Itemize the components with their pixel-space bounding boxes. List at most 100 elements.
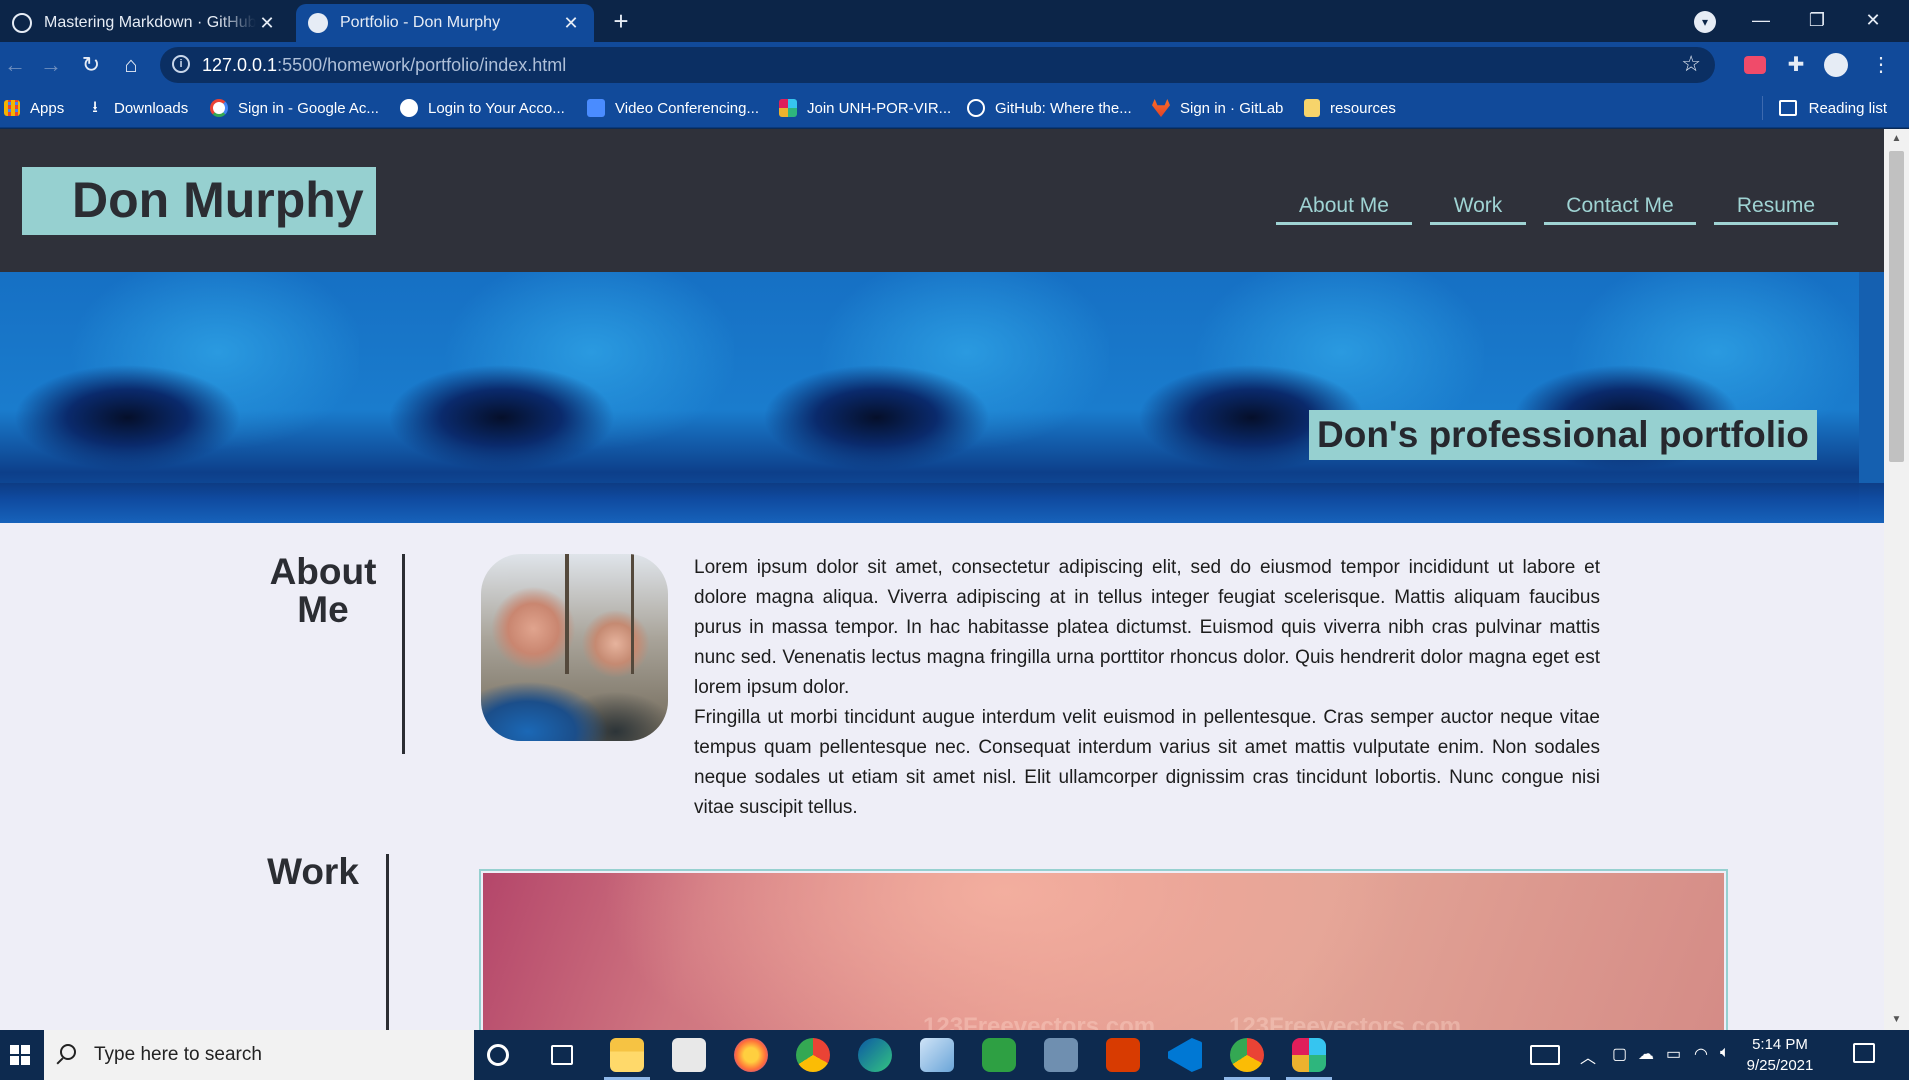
notepad-icon[interactable] <box>920 1038 954 1072</box>
minimize-button[interactable]: — <box>1733 0 1789 42</box>
chrome-icon[interactable] <box>796 1038 830 1072</box>
clock-date: 9/25/2021 <box>1746 1057 1814 1074</box>
bookmark-github[interactable]: GitHub: Where the... <box>967 96 1132 120</box>
wifi-icon[interactable]: ◠ <box>1694 1044 1708 1064</box>
hero-bottom-band <box>0 483 1884 523</box>
nav-link-contact-me[interactable]: Contact Me <box>1544 191 1696 225</box>
google-icon <box>210 99 228 117</box>
browser-tab-strip: Mastering Markdown · GitHub Guides ✕ Por… <box>0 0 1909 42</box>
extensions-puzzle-icon[interactable]: ✚ <box>1781 50 1811 80</box>
back-icon[interactable]: ← <box>0 50 30 80</box>
page-scrollbar[interactable]: ▲ ▼ <box>1884 129 1909 1030</box>
taskbar-search-box[interactable]: Type here to search <box>44 1030 474 1080</box>
bookmark-login[interactable]: Login to Your Acco... <box>400 96 565 120</box>
nav-link-work[interactable]: Work <box>1430 191 1526 225</box>
browser-tab-active[interactable]: Portfolio - Don Murphy ✕ <box>296 4 594 42</box>
bookmark-slack[interactable]: Join UNH-POR-VIR... <box>779 96 951 120</box>
zoom-icon <box>587 99 605 117</box>
tab-search-icon[interactable]: ▾ <box>1694 11 1716 33</box>
bookmark-resources[interactable]: resources <box>1304 96 1396 120</box>
chevron-up-icon[interactable]: ︿ <box>1580 1044 1596 1068</box>
home-icon[interactable]: ⌂ <box>116 50 146 80</box>
reading-list-button[interactable]: Reading list <box>1778 96 1887 120</box>
office-icon[interactable] <box>1106 1038 1140 1072</box>
clock-time: 5:14 PM <box>1752 1036 1808 1053</box>
bookmarks-bar: Apps ⭳ Downloads Sign in - Google Ac... … <box>0 88 1909 128</box>
about-me-heading: About Me <box>269 551 377 630</box>
about-me-divider <box>402 554 405 754</box>
about-paragraph: Lorem ipsum dolor sit amet, consectetur … <box>694 557 1600 698</box>
system-clock[interactable]: 5:14 PM 9/25/2021 <box>1730 1034 1830 1076</box>
battery-icon[interactable]: ▭ <box>1666 1044 1681 1064</box>
slack-icon <box>779 99 797 117</box>
close-window-button[interactable]: ✕ <box>1845 0 1901 42</box>
reload-icon[interactable]: ↻ <box>76 50 106 80</box>
restore-button[interactable]: ❐ <box>1789 0 1845 42</box>
bookmark-gitlab[interactable]: Sign in · GitLab <box>1152 96 1283 120</box>
nav-link-about-me[interactable]: About Me <box>1276 191 1412 225</box>
menu-kebab-icon[interactable]: ⋮ <box>1866 50 1896 80</box>
tab-title: Mastering Markdown · GitHub Guides <box>44 14 256 31</box>
file-explorer-icon[interactable] <box>604 1038 650 1080</box>
work-project-card[interactable]: 123Freevectors.com 123Freevectors.com <box>479 869 1728 1030</box>
work-divider <box>386 854 389 1030</box>
bookmarks-separator <box>1762 96 1763 120</box>
slack-icon[interactable] <box>1286 1038 1332 1080</box>
page-viewport: Don Murphy About Me Work Contact Me Resu… <box>0 129 1884 1030</box>
site-header: Don Murphy About Me Work Contact Me Resu… <box>0 129 1884 272</box>
cortana-icon[interactable] <box>487 1044 509 1066</box>
windows-taskbar: Type here to search ︿ ▢ ☁ ▭ ◠ 🔈︎ 5:14 PM… <box>0 1030 1909 1080</box>
bookmark-star-icon[interactable]: ☆ <box>1681 51 1701 77</box>
onedrive-icon[interactable]: ☁ <box>1638 1044 1654 1064</box>
hero-title: Don's professional portfolio <box>1309 410 1817 460</box>
news-widget-icon[interactable] <box>1530 1045 1560 1065</box>
about-paragraph: Fringilla ut morbi tincidunt augue inter… <box>694 707 1600 818</box>
close-tab-icon[interactable]: ✕ <box>560 13 582 34</box>
image-watermark: 123Freevectors.com <box>923 1013 1156 1030</box>
meet-now-icon[interactable]: ▢ <box>1612 1044 1627 1064</box>
forward-icon[interactable]: → <box>36 50 66 80</box>
bookmark-downloads[interactable]: ⭳ Downloads <box>86 96 188 120</box>
notifications-icon[interactable] <box>1853 1043 1875 1063</box>
task-view-icon[interactable] <box>551 1045 573 1065</box>
github-icon <box>12 13 32 33</box>
photo-tree <box>565 554 569 674</box>
work-project-image[interactable]: 123Freevectors.com 123Freevectors.com <box>483 873 1724 1030</box>
nav-link-resume[interactable]: Resume <box>1714 191 1838 225</box>
lock-app-icon[interactable] <box>982 1038 1016 1072</box>
url-text[interactable]: 127.0.0.1:5500/homework/portfolio/index.… <box>202 55 566 76</box>
edge-icon[interactable] <box>858 1038 892 1072</box>
volume-icon[interactable]: 🔈︎ <box>1720 1044 1730 1062</box>
scrollbar-thumb[interactable] <box>1889 151 1904 462</box>
bookmark-google[interactable]: Sign in - Google Ac... <box>210 96 379 120</box>
firefox-icon[interactable] <box>734 1038 768 1072</box>
chrome-icon[interactable] <box>1224 1038 1270 1080</box>
tab-title: Portfolio - Don Murphy <box>340 14 501 31</box>
site-logo: Don Murphy <box>22 167 376 235</box>
close-tab-icon[interactable]: ✕ <box>256 13 278 34</box>
vscode-icon[interactable] <box>1168 1038 1202 1072</box>
browser-tab[interactable]: Mastering Markdown · GitHub Guides ✕ <box>0 4 290 42</box>
work-heading: Work <box>267 851 359 892</box>
github-icon <box>967 99 985 117</box>
bookmark-video[interactable]: Video Conferencing... <box>587 96 759 120</box>
address-bar[interactable]: i 127.0.0.1:5500/homework/portfolio/inde… <box>160 47 1715 83</box>
calculator-icon[interactable] <box>1044 1038 1078 1072</box>
profile-avatar-icon[interactable] <box>1824 53 1848 77</box>
microsoft-store-icon[interactable] <box>672 1038 706 1072</box>
scroll-up-arrow[interactable]: ▲ <box>1884 129 1909 149</box>
image-watermark: 123Freevectors.com <box>1229 1013 1462 1030</box>
new-tab-button[interactable]: + <box>606 6 636 36</box>
hero-banner <box>0 272 1884 523</box>
about-me-text: Lorem ipsum dolor sit amet, consectetur … <box>694 553 1600 823</box>
gitlab-icon <box>1152 99 1170 117</box>
bookmark-apps[interactable]: Apps <box>4 96 64 120</box>
search-icon <box>60 1044 76 1060</box>
scroll-down-arrow[interactable]: ▼ <box>1884 1010 1909 1030</box>
start-button[interactable] <box>0 1030 44 1080</box>
site-info-icon[interactable]: i <box>172 55 190 73</box>
extension-icon[interactable] <box>1744 56 1766 74</box>
globe-icon <box>400 99 418 117</box>
profile-photo <box>481 554 668 741</box>
globe-icon <box>308 13 328 33</box>
